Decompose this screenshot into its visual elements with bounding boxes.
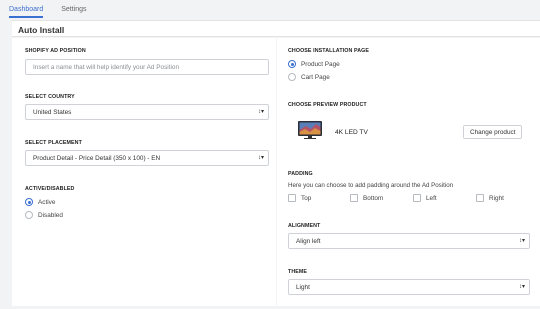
- install-option-label: Product Page: [301, 60, 340, 68]
- radio-unselected-icon[interactable]: [25, 211, 33, 219]
- status-option-active[interactable]: Active: [25, 198, 55, 206]
- right-settings-panel: CHOOSE INSTALLATION PAGE Product Page Ca…: [277, 38, 540, 306]
- install-option-cart-page[interactable]: Cart Page: [288, 73, 330, 81]
- preview-product-name: 4K LED TV: [335, 129, 368, 136]
- status-label: ACTIVE/DISABLED: [25, 186, 75, 192]
- ad-position-label: SHOPIFY AD POSITION: [25, 48, 86, 54]
- padding-option-right[interactable]: Right: [476, 194, 504, 202]
- alignment-label: ALIGNMENT: [288, 223, 321, 229]
- status-option-label: Disabled: [38, 211, 63, 219]
- alignment-selected-value: Align left: [296, 238, 321, 245]
- checkbox-icon[interactable]: [476, 194, 484, 202]
- padding-option-label: Top: [301, 194, 312, 202]
- padding-option-label: Bottom: [363, 194, 384, 202]
- chevron-updown-icon: ↕▾: [518, 238, 525, 244]
- page-header: Auto Install: [12, 20, 540, 37]
- tab-settings[interactable]: Settings: [61, 0, 86, 18]
- padding-option-label: Left: [426, 194, 437, 202]
- country-select[interactable]: United States ↕▾: [25, 104, 269, 120]
- left-settings-panel: SHOPIFY AD POSITION Insert a name that w…: [12, 38, 276, 306]
- chevron-updown-icon: ↕▾: [518, 284, 525, 290]
- padding-option-label: Right: [489, 194, 504, 202]
- checkbox-icon[interactable]: [350, 194, 358, 202]
- chevron-updown-icon: ↕▾: [257, 155, 264, 161]
- placement-label: SELECT PLACEMENT: [25, 140, 82, 146]
- chevron-updown-icon: ↕▾: [257, 109, 264, 115]
- placement-select[interactable]: Product Detail - Price Detail (350 x 100…: [25, 150, 269, 166]
- radio-unselected-icon[interactable]: [288, 73, 296, 81]
- change-product-button[interactable]: Change product: [463, 125, 523, 139]
- padding-option-top[interactable]: Top: [288, 194, 311, 202]
- install-option-label: Cart Page: [301, 73, 330, 81]
- country-selected-value: United States: [33, 109, 72, 116]
- padding-option-left[interactable]: Left: [413, 194, 437, 202]
- checkbox-icon[interactable]: [288, 194, 296, 202]
- theme-select[interactable]: Light ↕▾: [288, 279, 530, 295]
- status-option-disabled[interactable]: Disabled: [25, 211, 63, 219]
- padding-label: PADDING: [288, 171, 313, 177]
- install-option-product-page[interactable]: Product Page: [288, 60, 340, 68]
- country-label: SELECT COUNTRY: [25, 94, 75, 100]
- alignment-select[interactable]: Align left ↕▾: [288, 233, 530, 249]
- ad-position-input[interactable]: Insert a name that will help identify yo…: [25, 59, 269, 75]
- install-page-label: CHOOSE INSTALLATION PAGE: [288, 48, 369, 54]
- checkbox-icon[interactable]: [413, 194, 421, 202]
- radio-selected-icon[interactable]: [25, 198, 33, 206]
- status-option-label: Active: [38, 198, 56, 206]
- preview-product-label: CHOOSE PREVIEW PRODUCT: [288, 102, 367, 108]
- theme-selected-value: Light: [296, 284, 310, 291]
- placement-selected-value: Product Detail - Price Detail (350 x 100…: [33, 155, 161, 162]
- tv-thumbnail-icon: [297, 120, 323, 142]
- top-tabs: Dashboard Settings: [0, 0, 540, 18]
- tab-dashboard[interactable]: Dashboard: [9, 0, 44, 18]
- padding-help-text: Here you can choose to add padding aroun…: [288, 182, 454, 189]
- padding-option-bottom[interactable]: Bottom: [350, 194, 383, 202]
- theme-label: THEME: [288, 269, 308, 275]
- page-title: Auto Install: [18, 25, 65, 35]
- radio-selected-icon[interactable]: [288, 60, 296, 68]
